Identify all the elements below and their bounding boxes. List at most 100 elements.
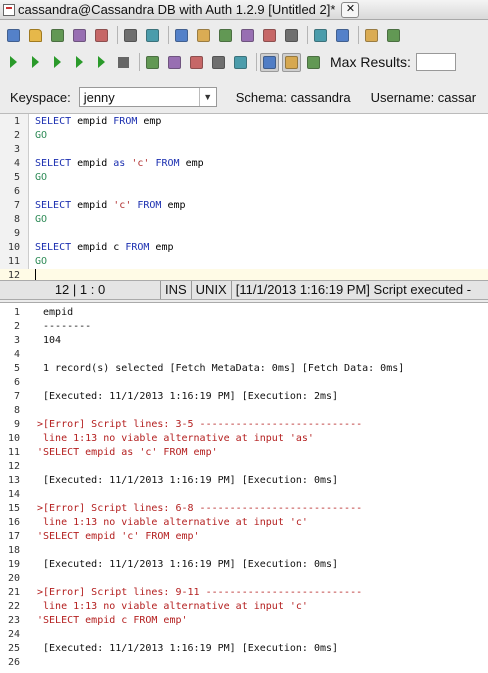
toolbar-separator (358, 26, 359, 44)
open-folder-button[interactable] (26, 26, 45, 45)
execute-icon (32, 56, 39, 68)
editor-line[interactable]: 2 GO (0, 129, 488, 143)
editor-line[interactable]: 10 SELECT empid c FROM emp (0, 241, 488, 255)
error-text: >[Error] Script lines: 3-5 -------------… (37, 419, 363, 430)
error-text: 'SELECT empid 'c' FROM emp' (37, 531, 200, 542)
line-number: 3 (13, 144, 20, 155)
line-number: 8 (13, 405, 20, 416)
paste-button[interactable] (238, 26, 257, 45)
editor-line[interactable]: 7 SELECT empid 'c' FROM emp (0, 199, 488, 213)
print-button[interactable] (121, 26, 140, 45)
rollback-all-button[interactable] (187, 53, 206, 72)
commit-button[interactable] (143, 53, 162, 72)
line-number: 26 (7, 657, 20, 668)
error-text: line 1:13 no viable alternative at input… (37, 601, 308, 612)
main-toolbar (0, 22, 488, 48)
copy-button[interactable] (216, 26, 235, 45)
execute-explain-button[interactable] (92, 53, 111, 72)
execute-current-button[interactable] (48, 53, 67, 72)
new-file-button[interactable] (4, 26, 23, 45)
error-text: >[Error] Script lines: 9-11 ------------… (37, 587, 363, 598)
line-number: 23 (7, 615, 20, 626)
sort-reverse-button[interactable] (384, 26, 403, 45)
max-results-input[interactable] (415, 53, 456, 71)
query-builder-button[interactable] (231, 53, 250, 72)
code-text: SELECT empid 'c' FROM emp (35, 200, 186, 211)
editor-line[interactable]: 9 (0, 227, 488, 241)
output-line: 9 >[Error] Script lines: 3-5 ------------… (0, 418, 488, 432)
schema-info: Schema: cassandra (235, 89, 351, 105)
app-icon (3, 3, 15, 16)
line-number: 7 (13, 391, 20, 402)
text-view-button[interactable] (282, 52, 301, 72)
execute-to-file-button[interactable] (70, 53, 89, 72)
title-bar: cassandra@Cassandra DB with Auth 1.2.9 [… (0, 0, 488, 20)
line-number: 15 (7, 503, 20, 514)
line-number: 24 (7, 629, 20, 640)
undo-button[interactable] (260, 26, 279, 45)
output-line: 4 (0, 348, 488, 362)
line-number: 12 (7, 461, 20, 472)
redo-icon (285, 28, 298, 42)
select-button[interactable] (172, 26, 191, 45)
save-all-button[interactable] (70, 26, 89, 45)
editor-line[interactable]: 3 (0, 143, 488, 157)
code-text: GO (35, 172, 48, 183)
line-number: 2 (13, 321, 20, 332)
auto-commit-button[interactable] (209, 53, 228, 72)
sql-editor[interactable]: 1 SELECT empid FROM emp 2 GO 3 4 SELECT empid … (0, 113, 488, 284)
save-button[interactable] (48, 26, 67, 45)
chevron-down-icon[interactable]: ▼ (198, 88, 216, 106)
redo-button[interactable] (282, 26, 301, 45)
editor-line[interactable]: 11 GO (0, 255, 488, 269)
cut-icon (197, 28, 210, 42)
output-line: 24 (0, 628, 488, 642)
toolbar-separator (168, 26, 169, 44)
text-view-icon (285, 55, 298, 69)
query-builder-icon (234, 55, 247, 69)
output-line: 21 >[Error] Script lines: 9-11 ----------… (0, 586, 488, 600)
editor-line[interactable]: 1 SELECT empid FROM emp (0, 115, 488, 129)
new-file-icon (7, 28, 20, 42)
sort-button[interactable] (362, 26, 381, 45)
line-number: 5 (13, 172, 20, 183)
output-line: 6 (0, 376, 488, 390)
code-text: SELECT empid FROM emp (35, 116, 162, 127)
output-line: 26 (0, 656, 488, 670)
output-line: 10 line 1:13 no viable alternative at in… (0, 432, 488, 446)
disconnect-button[interactable] (333, 26, 352, 45)
execute-button[interactable] (26, 53, 45, 72)
rollback-button[interactable] (165, 53, 184, 72)
line-number: 2 (13, 130, 20, 141)
line-number: 14 (7, 489, 20, 500)
error-text: >[Error] Script lines: 6-8 -------------… (37, 503, 363, 514)
run-all-button[interactable] (4, 53, 23, 72)
code-text: SELECT empid c FROM emp (35, 242, 174, 253)
editor-line[interactable]: 6 (0, 185, 488, 199)
close-icon[interactable]: ✕ (341, 1, 360, 18)
results-output[interactable]: 1 empid 2 -------- 3 104 4 5 1 record(s) sel… (0, 302, 488, 673)
toolbar-separator (256, 53, 257, 71)
export-button[interactable] (304, 53, 323, 72)
save-as-button[interactable] (92, 26, 111, 45)
output-line: 14 (0, 488, 488, 502)
line-number: 3 (13, 335, 20, 346)
page-setup-button[interactable] (143, 26, 162, 45)
keyspace-label: Keyspace: (10, 89, 71, 105)
editor-line[interactable]: 4 SELECT empid as 'c' FROM emp (0, 157, 488, 171)
stop-button[interactable] (114, 53, 133, 72)
output-line: 20 (0, 572, 488, 586)
context-bar: Keyspace: jenny ▼ Schema: cassandra User… (0, 84, 488, 110)
sort-icon (365, 28, 378, 42)
keyspace-dropdown[interactable]: jenny ▼ (78, 87, 217, 107)
select-icon (175, 28, 188, 42)
editor-line[interactable]: 5 GO (0, 171, 488, 185)
connect-button[interactable] (311, 26, 330, 45)
line-number: 25 (7, 643, 20, 654)
line-number: 11 (7, 256, 20, 267)
cut-button[interactable] (194, 26, 213, 45)
grid-view-button[interactable] (260, 52, 279, 72)
line-number: 4 (13, 158, 20, 169)
save-as-icon (95, 28, 108, 42)
editor-line[interactable]: 8 GO (0, 213, 488, 227)
